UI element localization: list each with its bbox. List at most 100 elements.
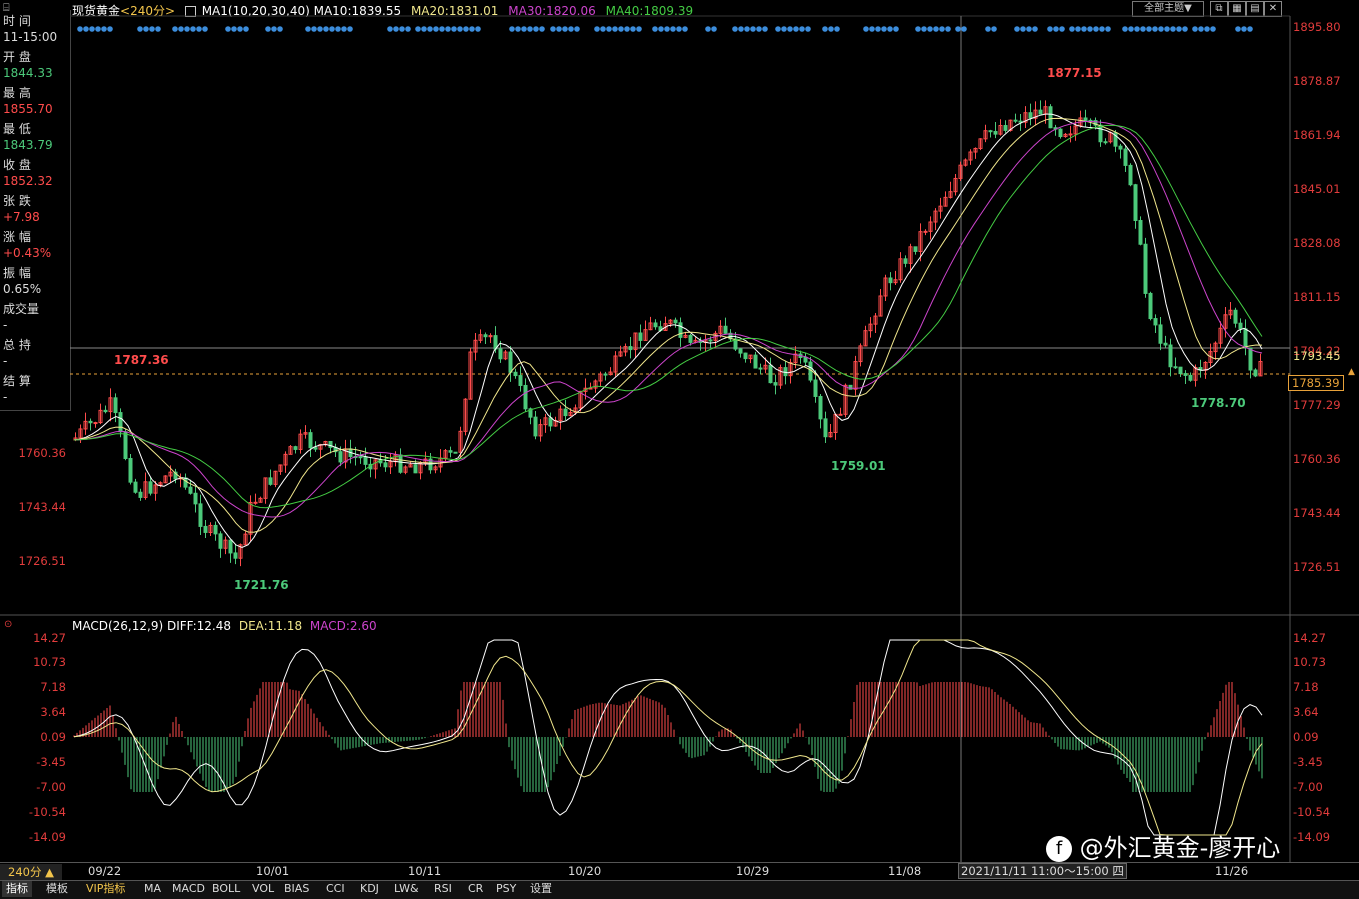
signal-dot (83, 26, 89, 32)
candle-body (133, 481, 138, 493)
signal-dot (961, 26, 967, 32)
candle-body (118, 412, 123, 433)
signal-dot (1198, 26, 1204, 32)
signal-dot (711, 26, 717, 32)
macd-tick-right: -7.00 (1293, 780, 1323, 794)
price-tick: 1726.51 (1293, 560, 1341, 574)
candle-body (483, 334, 488, 338)
tab-ma[interactable]: MA (140, 881, 165, 897)
signal-dot (1014, 26, 1020, 32)
tab-lw[interactable]: LW& (390, 881, 423, 897)
candle-body (1153, 318, 1158, 326)
tab-macd[interactable]: MACD (168, 881, 209, 897)
candle-body (518, 375, 523, 386)
signal-dot (915, 26, 921, 32)
candle-body (1143, 243, 1148, 294)
candle-body (723, 325, 728, 334)
signal-dot (475, 26, 481, 32)
candle-body (773, 382, 778, 386)
date-0922: 09/22 (88, 864, 122, 878)
candle-body (513, 371, 518, 377)
macd-tick-left: 0.09 (40, 730, 66, 744)
tab-template[interactable]: 模板 (42, 881, 72, 897)
signal-dot (612, 26, 618, 32)
candle-body (783, 367, 788, 377)
signal-dot (469, 26, 475, 32)
price-chart[interactable] (0, 0, 1359, 862)
signal-dot (405, 26, 411, 32)
candle-body (453, 451, 458, 454)
tab-vip-indicator[interactable]: VIP指标 (82, 881, 129, 897)
macd-settings-icon[interactable]: ⊙ (4, 619, 12, 630)
candle-body (358, 456, 363, 459)
signal-dot (568, 26, 574, 32)
tab-psy[interactable]: PSY (492, 881, 520, 897)
candle-body (708, 339, 713, 342)
ma30-line (73, 120, 1263, 518)
signal-dot (1241, 26, 1247, 32)
candle-body (123, 431, 128, 459)
ma40-line (73, 124, 1263, 509)
candle-body (988, 130, 993, 133)
candle-body (183, 477, 188, 488)
candle-body (628, 346, 633, 351)
tab-vol[interactable]: VOL (248, 881, 278, 897)
candle-body (743, 352, 748, 360)
candle-body (1068, 133, 1073, 136)
signal-dot (1053, 26, 1059, 32)
candle-body (753, 354, 758, 369)
candle-body (673, 319, 678, 324)
tab-bias[interactable]: BIAS (280, 881, 313, 897)
tab-indicator[interactable]: 指标 (2, 881, 32, 897)
candle-body (193, 492, 198, 505)
signal-dot (1093, 26, 1099, 32)
signal-dot (439, 26, 445, 32)
candle-body (1118, 145, 1123, 150)
signal-dot (955, 26, 961, 32)
candle-body (413, 464, 418, 474)
tab-cr[interactable]: CR (464, 881, 487, 897)
candle-body (768, 364, 773, 384)
candle-body (338, 451, 343, 463)
signal-dot (1210, 26, 1216, 32)
candle-body (1028, 112, 1033, 119)
watermark-text: @外汇黄金-廖开心 (1079, 834, 1281, 862)
candle-body (818, 395, 823, 420)
signal-dot (793, 26, 799, 32)
candle-body (1173, 366, 1178, 369)
signal-dot (184, 26, 190, 32)
macd-tick-left: -14.09 (28, 830, 66, 844)
candle-body (848, 384, 853, 390)
signal-dot (1152, 26, 1158, 32)
signal-dot (1235, 26, 1241, 32)
signal-dot (341, 26, 347, 32)
candle-body (508, 351, 513, 373)
macd-tick-right: 7.18 (1293, 680, 1319, 694)
tab-rsi[interactable]: RSI (430, 881, 456, 897)
candle-body (523, 384, 528, 410)
candle-body (838, 413, 843, 416)
candle-body (1138, 220, 1143, 245)
macd-tick-left: 3.64 (40, 705, 66, 719)
signal-dot (323, 26, 329, 32)
macd-tick-left: -10.54 (28, 805, 66, 819)
signal-dot (421, 26, 427, 32)
signal-dot (762, 26, 768, 32)
signal-dot (149, 26, 155, 32)
tab-kdj[interactable]: KDJ (356, 881, 383, 897)
moving-averages (73, 113, 1263, 549)
candle-body (603, 373, 608, 376)
signal-dot (658, 26, 664, 32)
signal-dot (463, 26, 469, 32)
macd-tick-left: 10.73 (33, 655, 66, 669)
signal-dot (630, 26, 636, 32)
candle-body (1178, 366, 1183, 375)
tab-settings[interactable]: 设置 (526, 881, 556, 897)
macd-tick-right: 14.27 (1293, 631, 1326, 645)
period-button[interactable]: 240分 ▲ (0, 864, 62, 880)
tab-boll[interactable]: BOLL (208, 881, 244, 897)
diff-line (73, 639, 1263, 836)
candle-body (803, 356, 808, 363)
signal-dot (664, 26, 670, 32)
tab-cci[interactable]: CCI (322, 881, 349, 897)
